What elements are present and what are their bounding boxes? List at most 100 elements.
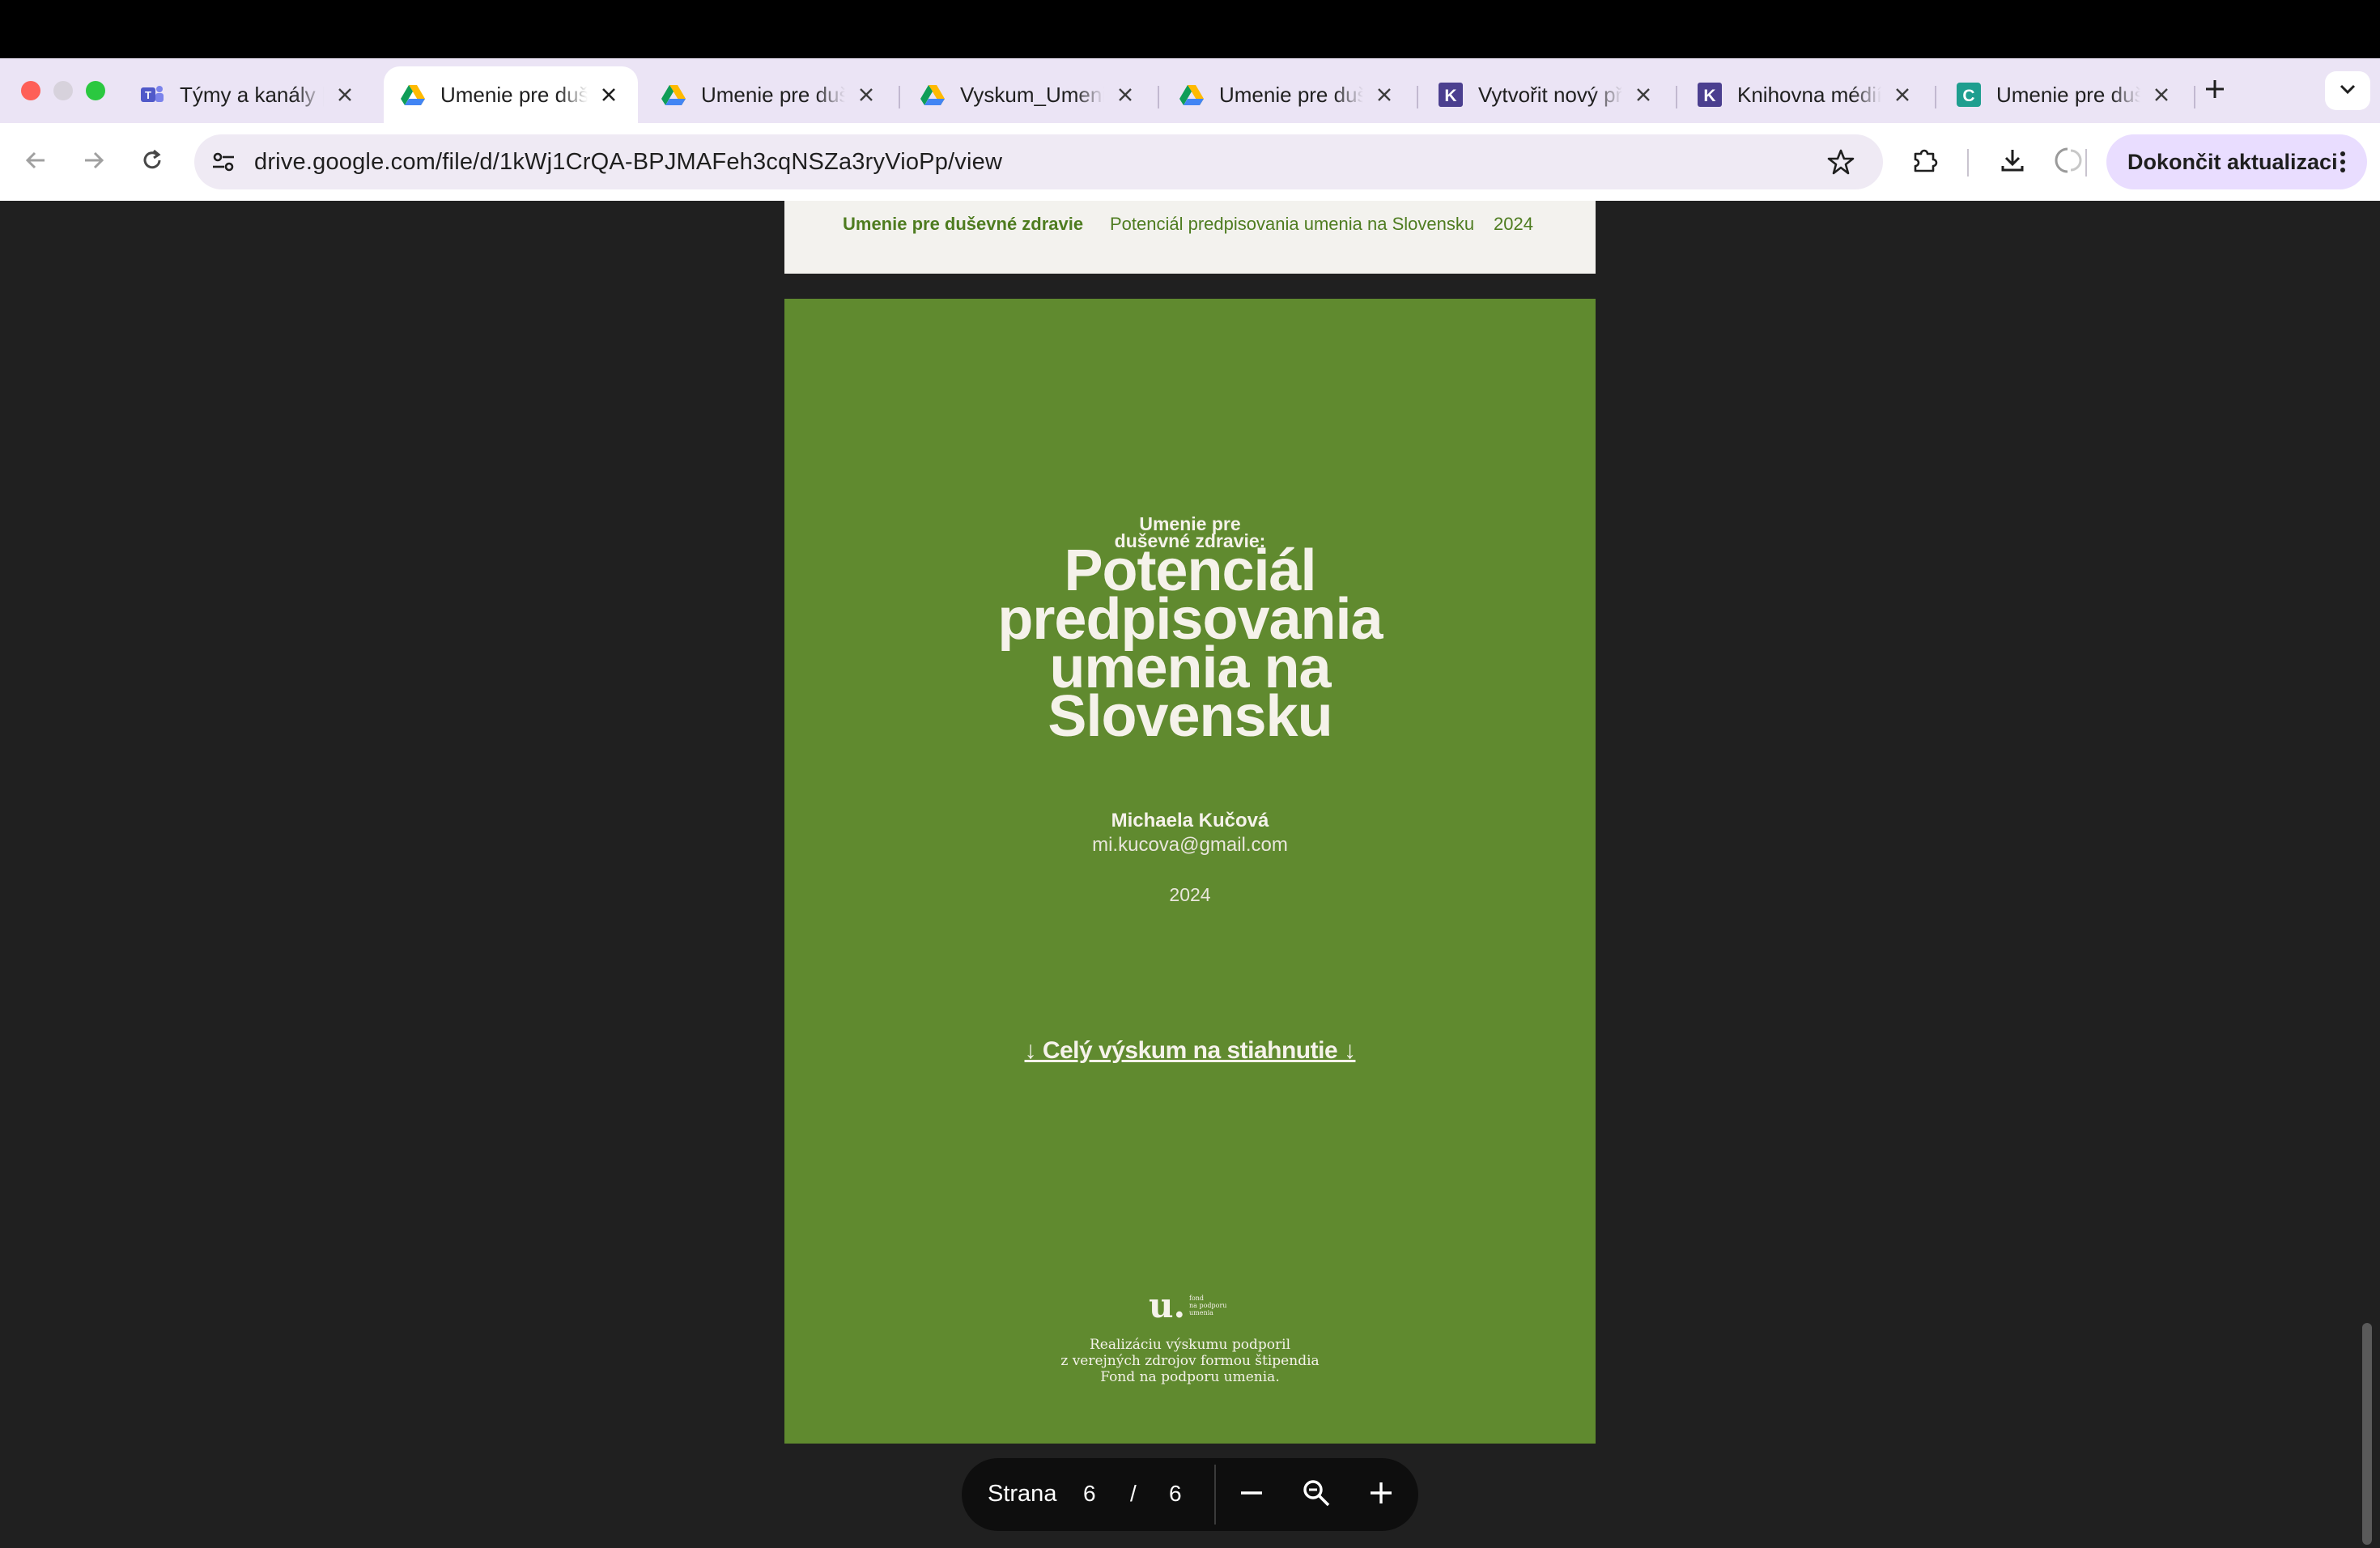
close-window-button[interactable] xyxy=(21,81,40,100)
cover-year: 2024 xyxy=(1169,884,1211,905)
tab-drive-active[interactable]: Umenie pre duševné zdravie xyxy=(384,66,638,123)
tab-separator xyxy=(1935,86,1936,108)
cover-title-line: Slovensku xyxy=(1048,684,1332,749)
toolbar-divider xyxy=(2085,149,2087,176)
tab-drive-2[interactable]: Umenie pre duševné zdravie xyxy=(644,66,895,123)
tab-search-button[interactable] xyxy=(2325,71,2370,110)
svg-text:K: K xyxy=(1444,87,1456,105)
close-icon[interactable] xyxy=(1112,82,1138,108)
close-icon[interactable] xyxy=(596,82,622,108)
page-label: Strana xyxy=(988,1481,1057,1507)
arrow-right-icon xyxy=(82,148,106,176)
support-line: z verejných zdrojov formou štipendia xyxy=(1060,1353,1320,1369)
profile-button[interactable] xyxy=(2048,142,2087,181)
back-button[interactable] xyxy=(16,142,55,181)
pdf-page-6: Umenie pre duševné zdravie: Potenciál pr… xyxy=(784,299,1596,1444)
vertical-scrollbar[interactable] xyxy=(2362,1323,2372,1545)
minimize-window-button[interactable] xyxy=(53,81,73,100)
tab-separator xyxy=(2194,86,2195,108)
minus-icon xyxy=(1239,1480,1264,1510)
zoom-out-button[interactable] xyxy=(1232,1475,1271,1514)
google-drive-icon xyxy=(1179,82,1205,108)
zoom-in-button[interactable] xyxy=(1362,1475,1400,1514)
zoom-fit-button[interactable] xyxy=(1297,1475,1336,1514)
page-controls-divider xyxy=(1214,1465,1216,1525)
k-app-icon: K xyxy=(1697,82,1723,108)
tab-separator xyxy=(1417,86,1418,108)
plus-icon xyxy=(2204,79,2225,104)
close-icon[interactable] xyxy=(853,82,879,108)
plus-icon xyxy=(1368,1480,1394,1510)
tab-new-post[interactable]: K Vytvořit nový příspěvek xyxy=(1422,66,1672,123)
support-line: Realizáciu výskumu podporil xyxy=(1089,1337,1291,1353)
page-controls: Strana 6 / 6 xyxy=(962,1458,1418,1531)
pdf-page-5: Umenie pre duševné zdravie Potenciál pre… xyxy=(784,201,1596,274)
logo-text: fond na podporu umenia xyxy=(1189,1295,1226,1316)
tab-title: Knihovna médií xyxy=(1737,82,1881,107)
tab-title: Vytvořit nový příspěvek xyxy=(1478,82,1622,107)
kebab-menu-icon[interactable] xyxy=(2331,151,2354,173)
extensions-button[interactable] xyxy=(1906,142,1944,181)
current-page-input[interactable]: 6 xyxy=(1083,1481,1096,1507)
cover-title: Potenciál predpisovania umenia na Sloven… xyxy=(784,542,1596,749)
tab-title: Umenie pre duševné zdravie xyxy=(701,82,845,107)
downloads-button[interactable] xyxy=(1993,142,2032,181)
arrow-left-icon xyxy=(23,148,48,176)
tab-title: Umenie pre duševné zdravie xyxy=(440,82,588,107)
close-icon[interactable] xyxy=(1630,82,1656,108)
cover-author: Michaela Kučová xyxy=(1111,810,1269,831)
google-drive-icon xyxy=(400,82,426,108)
tab-title: Týmy a kanály | xyxy=(180,82,324,107)
tab-title: Vyskum_Umenie xyxy=(960,82,1104,107)
svg-text:C: C xyxy=(1962,87,1974,105)
tab-separator xyxy=(899,86,900,108)
reload-button[interactable] xyxy=(133,142,172,181)
tab-separator xyxy=(1676,86,1677,108)
finish-update-button[interactable]: Dokončit aktualizaci xyxy=(2106,134,2367,189)
close-icon[interactable] xyxy=(2148,82,2174,108)
logo-text-line: umenia xyxy=(1189,1309,1213,1316)
download-research-link[interactable]: ↓ Celý výskum na stiahnutie ↓ xyxy=(784,1037,1596,1065)
footer-left: Umenie pre duševné zdravie xyxy=(843,214,1084,234)
google-drive-icon xyxy=(661,82,686,108)
support-line: Fond na podporu umenia. xyxy=(1100,1369,1280,1385)
tab-title: Umenie pre duševné zdravie xyxy=(1996,82,2140,107)
tab-media-library[interactable]: K Knihovna médií xyxy=(1681,66,1932,123)
svg-text:T: T xyxy=(145,89,151,101)
address-bar[interactable]: drive.google.com/file/d/1kWj1CrQA-BPJMAF… xyxy=(194,134,1883,189)
maximize-window-button[interactable] xyxy=(86,81,105,100)
site-settings-icon[interactable] xyxy=(204,142,243,181)
forward-button[interactable] xyxy=(74,142,113,181)
close-icon[interactable] xyxy=(332,82,358,108)
new-tab-button[interactable] xyxy=(2199,74,2231,107)
tab-canva[interactable]: C Umenie pre duševné zdravie xyxy=(1940,66,2191,123)
puzzle-icon xyxy=(1910,146,1940,179)
teams-icon: T xyxy=(139,82,165,108)
bookmark-star-icon[interactable] xyxy=(1821,142,1860,181)
tab-separator xyxy=(1158,86,1159,108)
logo-text-line: na podporu xyxy=(1189,1302,1227,1309)
close-icon[interactable] xyxy=(1889,82,1915,108)
reload-icon xyxy=(139,147,165,177)
logo-letter: u. xyxy=(1149,1286,1186,1325)
pdf-viewer[interactable]: Umenie pre duševné zdravie Potenciál pre… xyxy=(0,201,2380,1548)
update-label: Dokončit aktualizaci xyxy=(2127,149,2338,174)
tab-strip: T Týmy a kanály | Umenie pre duševné zdr… xyxy=(0,58,2380,123)
total-pages: 6 xyxy=(1169,1481,1182,1506)
k-app-icon: K xyxy=(1438,82,1464,108)
google-drive-icon xyxy=(920,82,946,108)
browser-toolbar: drive.google.com/file/d/1kWj1CrQA-BPJMAF… xyxy=(0,123,2380,201)
tab-title: Umenie pre duševné zdravie xyxy=(1219,82,1363,107)
close-icon[interactable] xyxy=(1371,82,1397,108)
footer-middle: Potenciál predpisovania umenia na Sloven… xyxy=(1110,214,1475,234)
tab-teams[interactable]: T Týmy a kanály | xyxy=(123,66,374,123)
logo-text-line: fond xyxy=(1189,1295,1205,1302)
tab-drive-4[interactable]: Umenie pre duševné zdravie xyxy=(1162,66,1413,123)
svg-text:K: K xyxy=(1703,87,1715,105)
tab-drive-3[interactable]: Vyskum_Umenie xyxy=(903,66,1154,123)
footer-year: 2024 xyxy=(1494,214,1533,234)
toolbar-divider xyxy=(1967,149,1969,176)
support-statement: Realizáciu výskumu podporil z verejných … xyxy=(784,1337,1596,1385)
profile-loading-icon xyxy=(2053,146,2082,179)
menu-bar-area xyxy=(0,0,2380,58)
